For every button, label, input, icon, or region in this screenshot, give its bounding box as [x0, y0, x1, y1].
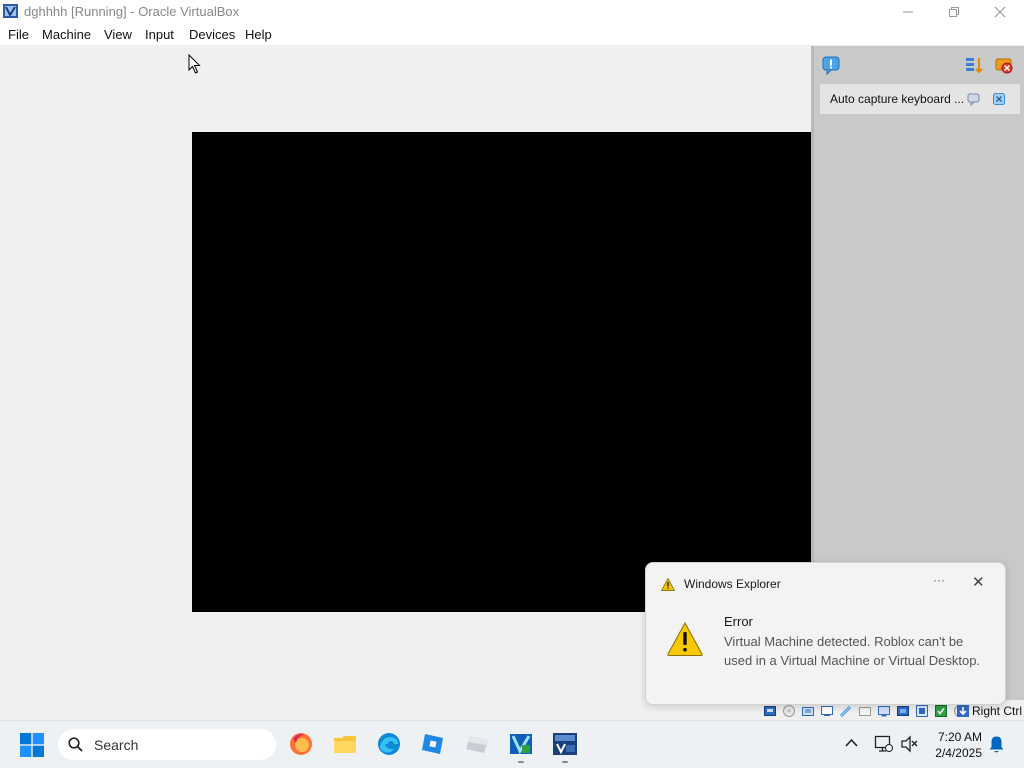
visual-studio-2008-icon[interactable]	[552, 731, 578, 757]
host-key-icon[interactable]	[956, 704, 970, 718]
virtualbox-app-icon	[3, 4, 18, 18]
restore-button[interactable]	[931, 0, 977, 23]
chevron-up-icon[interactable]	[845, 738, 858, 748]
auto-capture-text: Auto capture keyboard ...	[830, 92, 965, 106]
help-icon[interactable]	[967, 92, 981, 106]
running-indicator	[562, 761, 568, 763]
taskbar-search-box[interactable]: Search	[58, 729, 276, 760]
volume-muted-icon[interactable]	[900, 735, 919, 753]
toggle-sort-icon[interactable]	[964, 55, 984, 75]
clock-date: 2/4/2025	[935, 746, 982, 760]
warning-large-icon	[667, 621, 703, 656]
minimize-button[interactable]	[885, 0, 931, 23]
host-key-label: Right Ctrl	[972, 704, 1023, 718]
auto-capture-notice[interactable]: Auto capture keyboard ...	[820, 84, 1020, 114]
menu-bar: File Machine View Input Devices Help	[0, 23, 1024, 45]
ignore-all-icon[interactable]	[994, 55, 1014, 75]
hard-disk-icon[interactable]	[763, 704, 777, 718]
warning-small-icon	[661, 578, 675, 591]
firefox-icon[interactable]	[288, 731, 314, 757]
toast-message: Virtual Machine detected. Roblox can't b…	[724, 634, 981, 668]
mouse-pointer-icon	[188, 54, 201, 74]
network-status-icon[interactable]	[874, 735, 893, 753]
roblox-studio-icon[interactable]	[464, 731, 490, 757]
roblox-icon[interactable]	[420, 731, 446, 757]
taskbar: Search 7:20 AM 2/4/2025	[0, 720, 1024, 768]
menu-help[interactable]: Help	[245, 27, 272, 42]
toast-more-options-button[interactable]: ···	[933, 573, 945, 587]
restore-icon	[949, 6, 959, 17]
shared-folders-icon[interactable]	[858, 704, 872, 718]
window-title: dghhhh [Running] - Oracle VirtualBox	[24, 4, 240, 19]
menu-machine[interactable]: Machine	[42, 27, 91, 42]
file-explorer-icon[interactable]	[332, 731, 358, 757]
toast-app-name: Windows Explorer	[684, 577, 781, 591]
vm-screen[interactable]	[192, 132, 811, 612]
menu-view[interactable]: View	[104, 27, 132, 42]
vm-status-bar: Right Ctrl	[0, 703, 1024, 720]
optical-drive-icon[interactable]	[782, 704, 796, 718]
edge-icon[interactable]	[376, 731, 402, 757]
display-icon[interactable]	[877, 704, 891, 718]
minimize-icon	[903, 11, 913, 12]
dismiss-icon[interactable]	[992, 92, 1006, 106]
close-window-button[interactable]	[977, 0, 1023, 23]
guest-additions-icon[interactable]	[934, 704, 948, 718]
running-indicator	[518, 761, 524, 763]
usb-icon[interactable]	[839, 704, 853, 718]
search-icon	[68, 737, 83, 752]
title-bar: dghhhh [Running] - Oracle VirtualBox	[0, 0, 1024, 23]
cpu-icon[interactable]	[915, 704, 929, 718]
notification-bell-icon[interactable]	[988, 735, 1005, 754]
audio-icon[interactable]	[801, 704, 815, 718]
menu-input[interactable]: Input	[145, 27, 174, 42]
toast-notification[interactable]: Windows Explorer ··· ✕ Error Virtual Mac…	[645, 562, 1006, 705]
menu-file[interactable]: File	[8, 27, 29, 42]
search-label: Search	[94, 737, 139, 753]
clock-time: 7:20 AM	[937, 730, 982, 744]
message-center-icon[interactable]	[821, 55, 841, 75]
close-icon	[994, 6, 1006, 17]
recording-icon[interactable]	[896, 704, 910, 718]
virtualbox-icon[interactable]	[508, 731, 534, 757]
network-icon[interactable]	[820, 704, 834, 718]
menu-devices[interactable]: Devices	[189, 27, 235, 42]
windows-start-icon[interactable]	[20, 733, 44, 757]
toast-close-button[interactable]: ✕	[972, 573, 985, 591]
system-clock[interactable]: 7:20 AM 2/4/2025	[926, 729, 982, 761]
toast-heading: Error	[724, 614, 753, 629]
